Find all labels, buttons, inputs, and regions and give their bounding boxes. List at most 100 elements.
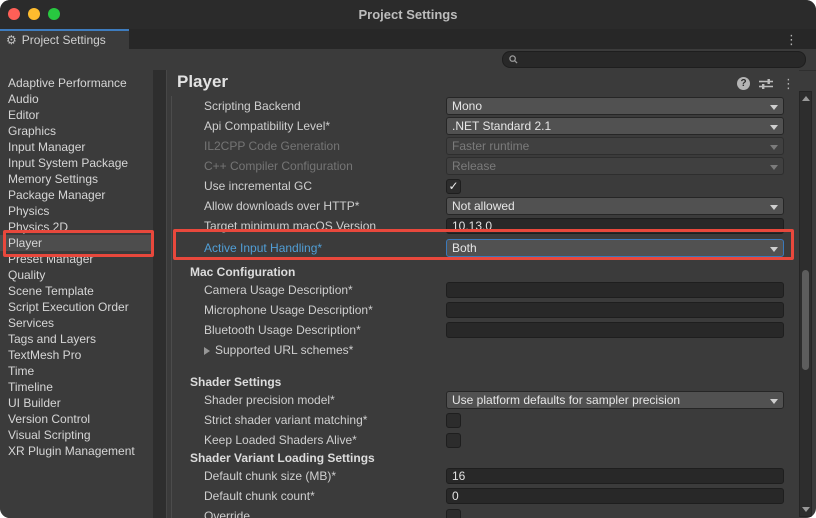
setting-label: Target minimum macOS Version (204, 219, 446, 233)
setting-label: Allow downloads over HTTP* (204, 199, 446, 213)
setting-row-allow-downloads-over-http: Allow downloads over HTTP*Not allowed (172, 196, 799, 216)
dropdown-arrow-icon (770, 399, 778, 404)
override-checkbox[interactable] (446, 509, 461, 518)
setting-label: Api Compatibility Level* (204, 119, 446, 133)
sidebar-item-visual-scripting[interactable]: Visual Scripting (0, 427, 153, 443)
toolbar (0, 49, 816, 71)
dropdown-arrow-icon (770, 205, 778, 210)
setting-row-default-chunk-size-mb: Default chunk size (MB)*16 (172, 466, 799, 486)
setting-label: Keep Loaded Shaders Alive* (204, 433, 446, 447)
sidebar-item-timeline[interactable]: Timeline (0, 379, 153, 395)
section-header-shader-settings: Shader Settings (172, 374, 799, 390)
sidebar-splitter[interactable] (153, 70, 167, 518)
setting-row-c-compiler-configuration: C++ Compiler ConfigurationRelease (172, 156, 799, 176)
sidebar-item-ui-builder[interactable]: UI Builder (0, 395, 153, 411)
page-title: Player (177, 72, 228, 92)
microphone-usage-description-field[interactable] (446, 302, 784, 318)
dropdown-arrow-icon (770, 165, 778, 170)
target-minimum-macos-version-field[interactable]: 10.13.0 (446, 218, 784, 234)
sidebar-item-editor[interactable]: Editor (0, 107, 153, 123)
setting-label: IL2CPP Code Generation (204, 139, 446, 153)
scroll-down-arrow-icon[interactable] (802, 507, 810, 512)
setting-row-target-minimum-macos-version: Target minimum macOS Version10.13.0 (172, 216, 799, 236)
setting-row-use-incremental-gc: Use incremental GC✓ (172, 176, 799, 196)
sidebar-item-input-system-package[interactable]: Input System Package (0, 155, 153, 171)
bluetooth-usage-description-field[interactable] (446, 322, 784, 338)
allow-downloads-over-http-dropdown[interactable]: Not allowed (446, 197, 784, 215)
project-settings-window: Project Settings ⚙ Project Settings ⋮ Ad… (0, 0, 816, 518)
section-header-shader-variant-loading-settings: Shader Variant Loading Settings (172, 450, 799, 466)
scripting-backend-dropdown[interactable]: Mono (446, 97, 784, 115)
sidebar-item-physics-2d[interactable]: Physics 2D (0, 219, 153, 235)
tab-label: Project Settings (22, 33, 106, 47)
settings-rows: Scripting BackendMonoApi Compatibility L… (172, 96, 799, 518)
panel-menu-kebab-icon[interactable]: ⋮ (782, 77, 795, 90)
player-settings-panel: Player ? ⋮ Scripting BackendMonoApi Comp… (167, 70, 799, 518)
sidebar-item-package-manager[interactable]: Package Manager (0, 187, 153, 203)
setting-row-microphone-usage-description: Microphone Usage Description* (172, 300, 799, 320)
scrollbar-thumb[interactable] (802, 270, 809, 370)
setting-row-il2cpp-code-generation: IL2CPP Code GenerationFaster runtime (172, 136, 799, 156)
setting-label: C++ Compiler Configuration (204, 159, 446, 173)
setting-label: Active Input Handling* (204, 241, 446, 255)
setting-row-bluetooth-usage-description: Bluetooth Usage Description* (172, 320, 799, 340)
setting-label: Default chunk size (MB)* (204, 469, 446, 483)
dropdown-arrow-icon (770, 145, 778, 150)
active-input-handling-dropdown[interactable]: Both (446, 239, 784, 257)
setting-row-scripting-backend: Scripting BackendMono (172, 96, 799, 116)
api-compatibility-level-dropdown[interactable]: .NET Standard 2.1 (446, 117, 784, 135)
use-incremental-gc-checkbox[interactable]: ✓ (446, 179, 461, 194)
sidebar-item-version-control[interactable]: Version Control (0, 411, 153, 427)
search-icon (509, 55, 518, 64)
sidebar-item-memory-settings[interactable]: Memory Settings (0, 171, 153, 187)
tab-menu-kebab-icon[interactable]: ⋮ (785, 30, 798, 49)
setting-row-api-compatibility-level: Api Compatibility Level*.NET Standard 2.… (172, 116, 799, 136)
settings-sidebar: Adaptive PerformanceAudioEditorGraphicsI… (0, 70, 153, 518)
sidebar-item-player[interactable]: Player (0, 235, 153, 251)
sidebar-item-textmesh-pro[interactable]: TextMesh Pro (0, 347, 153, 363)
strict-shader-variant-matching-checkbox[interactable] (446, 413, 461, 428)
sidebar-item-time[interactable]: Time (0, 363, 153, 379)
sidebar-item-graphics[interactable]: Graphics (0, 123, 153, 139)
setting-label: Bluetooth Usage Description* (204, 323, 446, 337)
sidebar-item-script-execution-order[interactable]: Script Execution Order (0, 299, 153, 315)
search-box[interactable] (502, 51, 806, 68)
search-input[interactable] (522, 52, 799, 67)
setting-label: Microphone Usage Description* (204, 303, 446, 317)
sidebar-item-tags-and-layers[interactable]: Tags and Layers (0, 331, 153, 347)
sidebar-item-quality[interactable]: Quality (0, 267, 153, 283)
setting-label: Strict shader variant matching* (204, 413, 446, 427)
camera-usage-description-field[interactable] (446, 282, 784, 298)
sidebar-item-services[interactable]: Services (0, 315, 153, 331)
presets-icon[interactable] (759, 78, 773, 90)
setting-label: Default chunk count* (204, 489, 446, 503)
sidebar-item-audio[interactable]: Audio (0, 91, 153, 107)
default-chunk-size-mb-field[interactable]: 16 (446, 468, 784, 484)
title-bar: Project Settings (0, 0, 816, 29)
foldout-arrow-icon[interactable] (204, 347, 210, 355)
c-compiler-configuration-dropdown: Release (446, 157, 784, 175)
setting-label: Override (204, 509, 446, 518)
setting-row-shader-precision-model: Shader precision model*Use platform defa… (172, 390, 799, 410)
setting-row-camera-usage-description: Camera Usage Description* (172, 280, 799, 300)
sidebar-item-physics[interactable]: Physics (0, 203, 153, 219)
help-icon[interactable]: ? (737, 77, 750, 90)
gear-icon: ⚙ (6, 34, 17, 46)
dropdown-arrow-icon (770, 125, 778, 130)
setting-label[interactable]: Supported URL schemes* (204, 343, 446, 357)
sidebar-item-input-manager[interactable]: Input Manager (0, 139, 153, 155)
scroll-up-arrow-icon[interactable] (802, 96, 810, 101)
shader-precision-model-dropdown[interactable]: Use platform defaults for sampler precis… (446, 391, 784, 409)
setting-row-supported-url-schemes: Supported URL schemes* (172, 340, 799, 360)
keep-loaded-shaders-alive-checkbox[interactable] (446, 433, 461, 448)
sidebar-item-xr-plugin-management[interactable]: XR Plugin Management (0, 443, 153, 459)
sidebar-item-preset-manager[interactable]: Preset Manager (0, 251, 153, 267)
sidebar-item-adaptive-performance[interactable]: Adaptive Performance (0, 75, 153, 91)
dropdown-arrow-icon (770, 247, 778, 252)
sidebar-item-scene-template[interactable]: Scene Template (0, 283, 153, 299)
tab-project-settings[interactable]: ⚙ Project Settings (0, 29, 129, 49)
setting-row-keep-loaded-shaders-alive: Keep Loaded Shaders Alive* (172, 430, 799, 450)
window-title: Project Settings (0, 0, 816, 29)
vertical-scrollbar[interactable] (799, 91, 812, 517)
default-chunk-count-field[interactable]: 0 (446, 488, 784, 504)
